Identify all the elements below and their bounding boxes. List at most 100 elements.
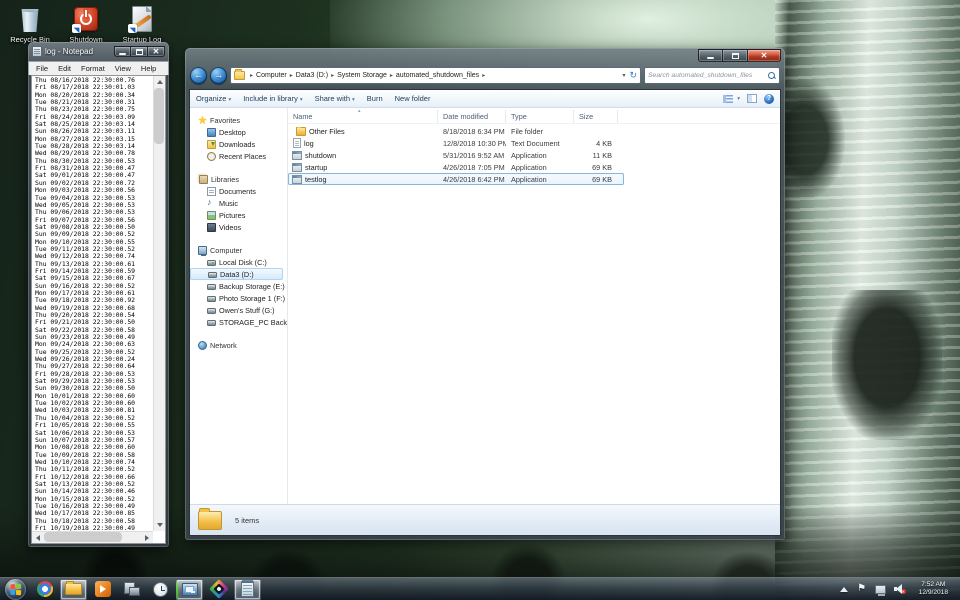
address-bar: ← → ▸ Computer ▸ Data3 (D:) ▸ System Sto…	[190, 64, 780, 87]
scrollbar-thumb[interactable]	[44, 532, 122, 542]
change-view-button[interactable]: ▾	[723, 95, 740, 103]
column-header-size[interactable]: Size	[574, 110, 618, 123]
menu-help[interactable]: Help	[136, 64, 161, 73]
search-icon[interactable]	[768, 72, 776, 80]
log-text[interactable]: Thu 08/16/2018 22:30:00.76 Fri 08/17/201…	[35, 77, 152, 531]
network-tray-icon[interactable]	[875, 583, 887, 595]
taskbar-display-app-button[interactable]	[176, 579, 203, 600]
nav-item-local-disk-c[interactable]: Local Disk (C:)	[190, 256, 287, 268]
nav-item-owens-stuff-g[interactable]: Owen's Stuff (G:)	[190, 304, 287, 316]
organize-button[interactable]: Organize▾	[196, 94, 231, 103]
notepad-text-area[interactable]: Thu 08/16/2018 22:30:00.76 Fri 08/17/201…	[31, 75, 166, 544]
nav-item-downloads[interactable]: Downloads	[190, 138, 287, 150]
taskbar-devices-button[interactable]	[118, 579, 145, 600]
breadcrumb-item-computer[interactable]: Computer	[256, 72, 287, 79]
menu-edit[interactable]: Edit	[53, 64, 76, 73]
chevron-right-icon[interactable]: ▸	[287, 72, 296, 79]
menu-file[interactable]: File	[31, 64, 53, 73]
nav-item-backup-storage-e[interactable]: Backup Storage (E:)	[190, 280, 287, 292]
taskbar-clock[interactable]: 7:52 AM 12/9/2018	[913, 581, 954, 597]
taskbar-clock-app-button[interactable]	[147, 579, 174, 600]
chevron-right-icon[interactable]: ▸	[479, 72, 488, 79]
new-folder-button[interactable]: New folder	[395, 94, 431, 103]
desktop-icon-recycle-bin[interactable]: Recycle Bin	[2, 2, 58, 46]
clock-date: 12/9/2018	[919, 589, 948, 597]
column-header-date-modified[interactable]: Date modified	[438, 110, 506, 123]
notepad-menubar: File Edit Format View Help	[28, 61, 169, 75]
nav-item-pictures[interactable]: Pictures	[190, 209, 287, 221]
scroll-down-icon[interactable]	[154, 519, 166, 531]
taskbar-chrome-button[interactable]	[31, 579, 58, 600]
scroll-up-icon[interactable]	[154, 76, 166, 88]
breadcrumb-item-system-storage[interactable]: System Storage	[337, 72, 387, 79]
forward-button[interactable]: →	[210, 67, 227, 84]
horizontal-scrollbar[interactable]	[32, 531, 153, 543]
desktop-icon-shutdown[interactable]: Shutdown	[58, 2, 114, 46]
address-dropdown-icon[interactable]: ▾	[622, 72, 625, 79]
close-button[interactable]: ✕	[148, 46, 165, 57]
application-icon	[292, 151, 302, 160]
notepad-window: log - Notepad ✕ File Edit Format View He…	[28, 42, 169, 547]
devices-icon	[124, 582, 140, 596]
action-center-icon[interactable]: ⚑	[856, 583, 868, 595]
nav-item-storage-pc-backup[interactable]: STORAGE_PC Backu	[190, 316, 287, 328]
search-input[interactable]	[648, 72, 768, 79]
maximize-button[interactable]	[723, 49, 748, 62]
chevron-right-icon[interactable]: ▸	[387, 72, 396, 79]
file-row-other-files[interactable]: Other Files 8/18/2018 6:34 PM File folde…	[288, 125, 780, 137]
nav-group-favorites[interactable]: Favorites	[190, 114, 287, 126]
refresh-icon[interactable]: ↻	[629, 71, 637, 80]
start-button[interactable]	[5, 579, 26, 600]
volume-tray-icon[interactable]: ✕	[894, 583, 906, 595]
menu-format[interactable]: Format	[76, 64, 110, 73]
vertical-scrollbar[interactable]	[153, 76, 165, 531]
taskbar-notepad-button[interactable]	[234, 579, 261, 600]
scrollbar-thumb[interactable]	[154, 88, 164, 144]
minimize-button[interactable]	[114, 46, 131, 57]
nav-group-network[interactable]: Network	[190, 339, 287, 351]
maximize-button[interactable]	[131, 46, 148, 57]
show-hidden-icons-button[interactable]	[840, 587, 848, 592]
minimize-button[interactable]	[698, 49, 723, 62]
taskbar-explorer-button[interactable]	[60, 579, 87, 600]
folder-icon	[198, 511, 222, 530]
sort-ascending-icon: ▴	[358, 108, 361, 114]
include-in-library-button[interactable]: Include in library▾	[243, 94, 302, 103]
help-button[interactable]: ?	[764, 94, 774, 104]
scroll-right-icon[interactable]	[141, 532, 153, 544]
nav-item-videos[interactable]: Videos	[190, 221, 287, 233]
nav-group-computer[interactable]: Computer	[190, 244, 287, 256]
desktop-icon-startup-log[interactable]: Startup Log	[114, 2, 170, 46]
scroll-left-icon[interactable]	[32, 532, 44, 544]
explorer-titlebar[interactable]: ✕	[185, 48, 785, 62]
nav-item-recent-places[interactable]: Recent Places	[190, 150, 287, 162]
application-icon	[292, 175, 302, 184]
preview-pane-button[interactable]	[747, 94, 757, 103]
burn-button[interactable]: Burn	[367, 94, 383, 103]
drive-icon	[207, 296, 216, 302]
chevron-right-icon[interactable]: ▸	[328, 72, 337, 79]
nav-item-desktop[interactable]: Desktop	[190, 126, 287, 138]
nav-item-documents[interactable]: Documents	[190, 185, 287, 197]
breadcrumb-item-data3[interactable]: Data3 (D:)	[296, 72, 328, 79]
file-row-testlog[interactable]: testlog 4/26/2018 6:42 PM Application 69…	[288, 173, 624, 185]
nav-group-libraries[interactable]: Libraries	[190, 173, 287, 185]
column-header-name[interactable]: Name	[288, 110, 438, 123]
breadcrumb[interactable]: ▸ Computer ▸ Data3 (D:) ▸ System Storage…	[230, 67, 641, 84]
chevron-down-icon: ▾	[300, 97, 303, 103]
breadcrumb-item-automated-shutdown-files[interactable]: automated_shutdown_files	[396, 72, 479, 79]
taskbar-media-player-button[interactable]	[89, 579, 116, 600]
column-header-type[interactable]: Type	[506, 110, 574, 123]
back-button[interactable]: ←	[190, 67, 207, 84]
file-row-startup[interactable]: startup 4/26/2018 7:05 PM Application 69…	[288, 161, 780, 173]
nav-item-data3-d[interactable]: Data3 (D:)	[190, 268, 283, 280]
file-row-log[interactable]: log 12/8/2018 10:30 PM Text Document 4 K…	[288, 137, 780, 149]
nav-item-music[interactable]: Music	[190, 197, 287, 209]
notepad-titlebar[interactable]: log - Notepad ✕	[28, 42, 169, 61]
nav-item-photo-storage-f[interactable]: Photo Storage 1 (F:)	[190, 292, 287, 304]
menu-view[interactable]: View	[110, 64, 136, 73]
close-button[interactable]: ✕	[748, 49, 781, 62]
share-with-button[interactable]: Share with▾	[315, 94, 355, 103]
taskbar-viewer-button[interactable]	[205, 579, 232, 600]
file-row-shutdown[interactable]: shutdown 5/31/2016 9:52 AM Application 1…	[288, 149, 780, 161]
